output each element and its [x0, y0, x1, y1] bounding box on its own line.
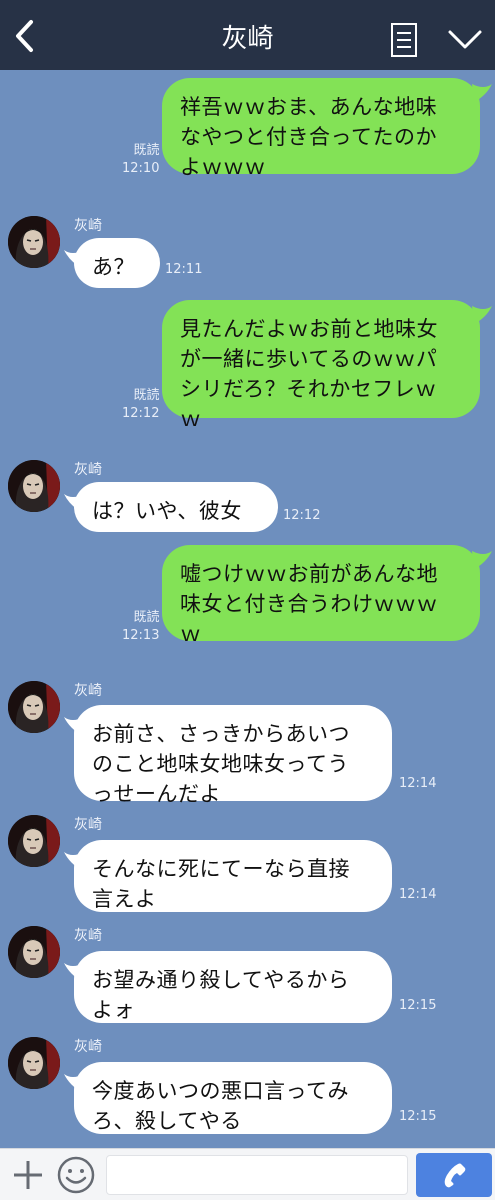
notes-icon: [391, 23, 417, 57]
message-meta: 12:15: [399, 1108, 436, 1126]
message-meta: 既読 12:12: [122, 387, 159, 423]
bubble-tail: [472, 304, 492, 330]
avatar[interactable]: [8, 216, 60, 268]
outgoing-message[interactable]: 祥吾ｗｗおま、あんな地味 なやつと付き合ってたのか よｗｗｗ: [162, 78, 480, 179]
sender-name: 灰崎: [74, 1039, 102, 1055]
message-text-line: お前さ、さっきからあいつ: [92, 722, 350, 746]
incoming-message[interactable]: お前さ、さっきからあいつ のこと地味女地味女ってう っせーんだよ: [74, 705, 392, 806]
incoming-message[interactable]: お望み通り殺してやるから よォ: [74, 951, 392, 1023]
plus-icon: [14, 1161, 42, 1189]
message-meta: 12:12: [283, 507, 320, 525]
input-bar: [0, 1148, 495, 1200]
message-text-line: お望み通り殺してやるから: [92, 968, 350, 992]
incoming-message[interactable]: 今度あいつの悪口言ってみ ろ、殺してやる: [74, 1062, 392, 1134]
message-meta: 12:14: [399, 886, 436, 904]
message-timestamp: 12:11: [165, 262, 203, 277]
message-text-line: 今度あいつの悪口言ってみ: [92, 1079, 349, 1103]
read-receipt: 既読: [133, 610, 160, 625]
message-meta: 既読 12:10: [122, 142, 159, 178]
message-input[interactable]: [106, 1155, 408, 1195]
add-button[interactable]: [10, 1157, 46, 1193]
message-text-line: ろ、殺してやる: [92, 1109, 242, 1133]
message-text-line: 嘘つけｗｗお前があんな地: [180, 562, 438, 586]
message-text-line: あ？: [92, 255, 135, 279]
avatar[interactable]: [8, 681, 60, 733]
message-text-line: のこと地味女地味女ってう: [92, 752, 349, 776]
sender-name: 灰崎: [74, 817, 102, 833]
chevron-down-icon: [448, 30, 482, 49]
incoming-message[interactable]: あ？: [74, 238, 160, 288]
message-timestamp: 12:15: [399, 998, 437, 1013]
smiley-icon: [57, 1156, 95, 1194]
message-text-line: っせーんだよ: [92, 782, 221, 806]
avatar[interactable]: [8, 815, 60, 867]
avatar[interactable]: [8, 1037, 60, 1089]
chat-header: 灰崎: [0, 0, 495, 70]
avatar[interactable]: [8, 460, 60, 512]
bubble-tail: [64, 248, 84, 274]
message-timestamp: 12:12: [122, 406, 160, 421]
message-text-line: 見たんだよｗお前と地味女: [180, 317, 438, 341]
sender-name: 灰崎: [74, 928, 102, 944]
chevron-left-icon: [16, 20, 33, 52]
incoming-message[interactable]: は？いや、彼女: [74, 482, 278, 532]
bubble-tail: [472, 82, 492, 108]
message-meta: 12:14: [399, 775, 436, 793]
message-meta: 12:15: [399, 997, 436, 1015]
call-button[interactable]: [416, 1153, 492, 1197]
chat-log[interactable]: 祥吾ｗｗおま、あんな地味 なやつと付き合ってたのか よｗｗｗ 既読 12:10 灰崎 あ？ 1…: [0, 70, 495, 1148]
emoji-button[interactable]: [56, 1155, 96, 1195]
message-text-line: そんなに死にてーなら直接: [92, 857, 350, 881]
message-timestamp: 12:14: [399, 887, 437, 902]
bubble-tail: [64, 850, 84, 876]
message-text-line: 言えよ: [92, 887, 157, 911]
bubble-tail: [64, 1072, 84, 1098]
phone-icon: [444, 1163, 466, 1188]
sender-name: 灰崎: [74, 683, 102, 699]
message-text-line: なやつと付き合ってたのか: [180, 125, 437, 149]
message-timestamp: 12:15: [399, 1109, 437, 1124]
message-text-line: 祥吾ｗｗおま、あんな地味: [180, 95, 438, 119]
notes-button[interactable]: [388, 22, 420, 58]
message-meta: 12:11: [165, 261, 202, 279]
outgoing-message[interactable]: 見たんだよｗお前と地味女 が一緒に歩いてるのｗｗパ シリだろ？それかセフレｗ ｗ: [162, 300, 480, 431]
message-timestamp: 12:14: [399, 776, 437, 791]
read-receipt: 既読: [133, 388, 160, 403]
message-text-line: シリだろ？それかセフレｗ: [180, 377, 437, 401]
message-text-line: ｗ: [180, 407, 202, 431]
message-text-line: よォ: [92, 998, 135, 1022]
avatar[interactable]: [8, 926, 60, 978]
incoming-message[interactable]: そんなに死にてーなら直接 言えよ: [74, 840, 392, 912]
message-timestamp: 12:13: [122, 628, 160, 643]
outgoing-message[interactable]: 嘘つけｗｗお前があんな地 味女と付き合うわけｗｗｗ ｗ: [162, 545, 480, 646]
chat-title: 灰崎: [221, 24, 274, 54]
bubble-tail: [64, 715, 84, 741]
bubble-tail: [64, 961, 84, 987]
message-text-line: ｗ: [180, 622, 202, 646]
message-text-line: は？いや、彼女: [92, 499, 242, 523]
message-timestamp: 12:12: [283, 508, 321, 523]
message-timestamp: 12:10: [122, 161, 160, 176]
sender-name: 灰崎: [74, 218, 102, 234]
bubble-tail: [472, 549, 492, 575]
sender-name: 灰崎: [74, 462, 102, 478]
message-meta: 既読 12:13: [122, 609, 159, 645]
message-text-line: 味女と付き合うわけｗｗｗ: [180, 592, 438, 616]
back-button[interactable]: [8, 16, 42, 56]
read-receipt: 既読: [133, 143, 160, 158]
bubble-tail: [64, 492, 84, 518]
message-text-line: よｗｗｗ: [180, 155, 266, 179]
message-text-line: が一緒に歩いてるのｗｗパ: [180, 347, 438, 371]
menu-dropdown-button[interactable]: [445, 22, 485, 56]
